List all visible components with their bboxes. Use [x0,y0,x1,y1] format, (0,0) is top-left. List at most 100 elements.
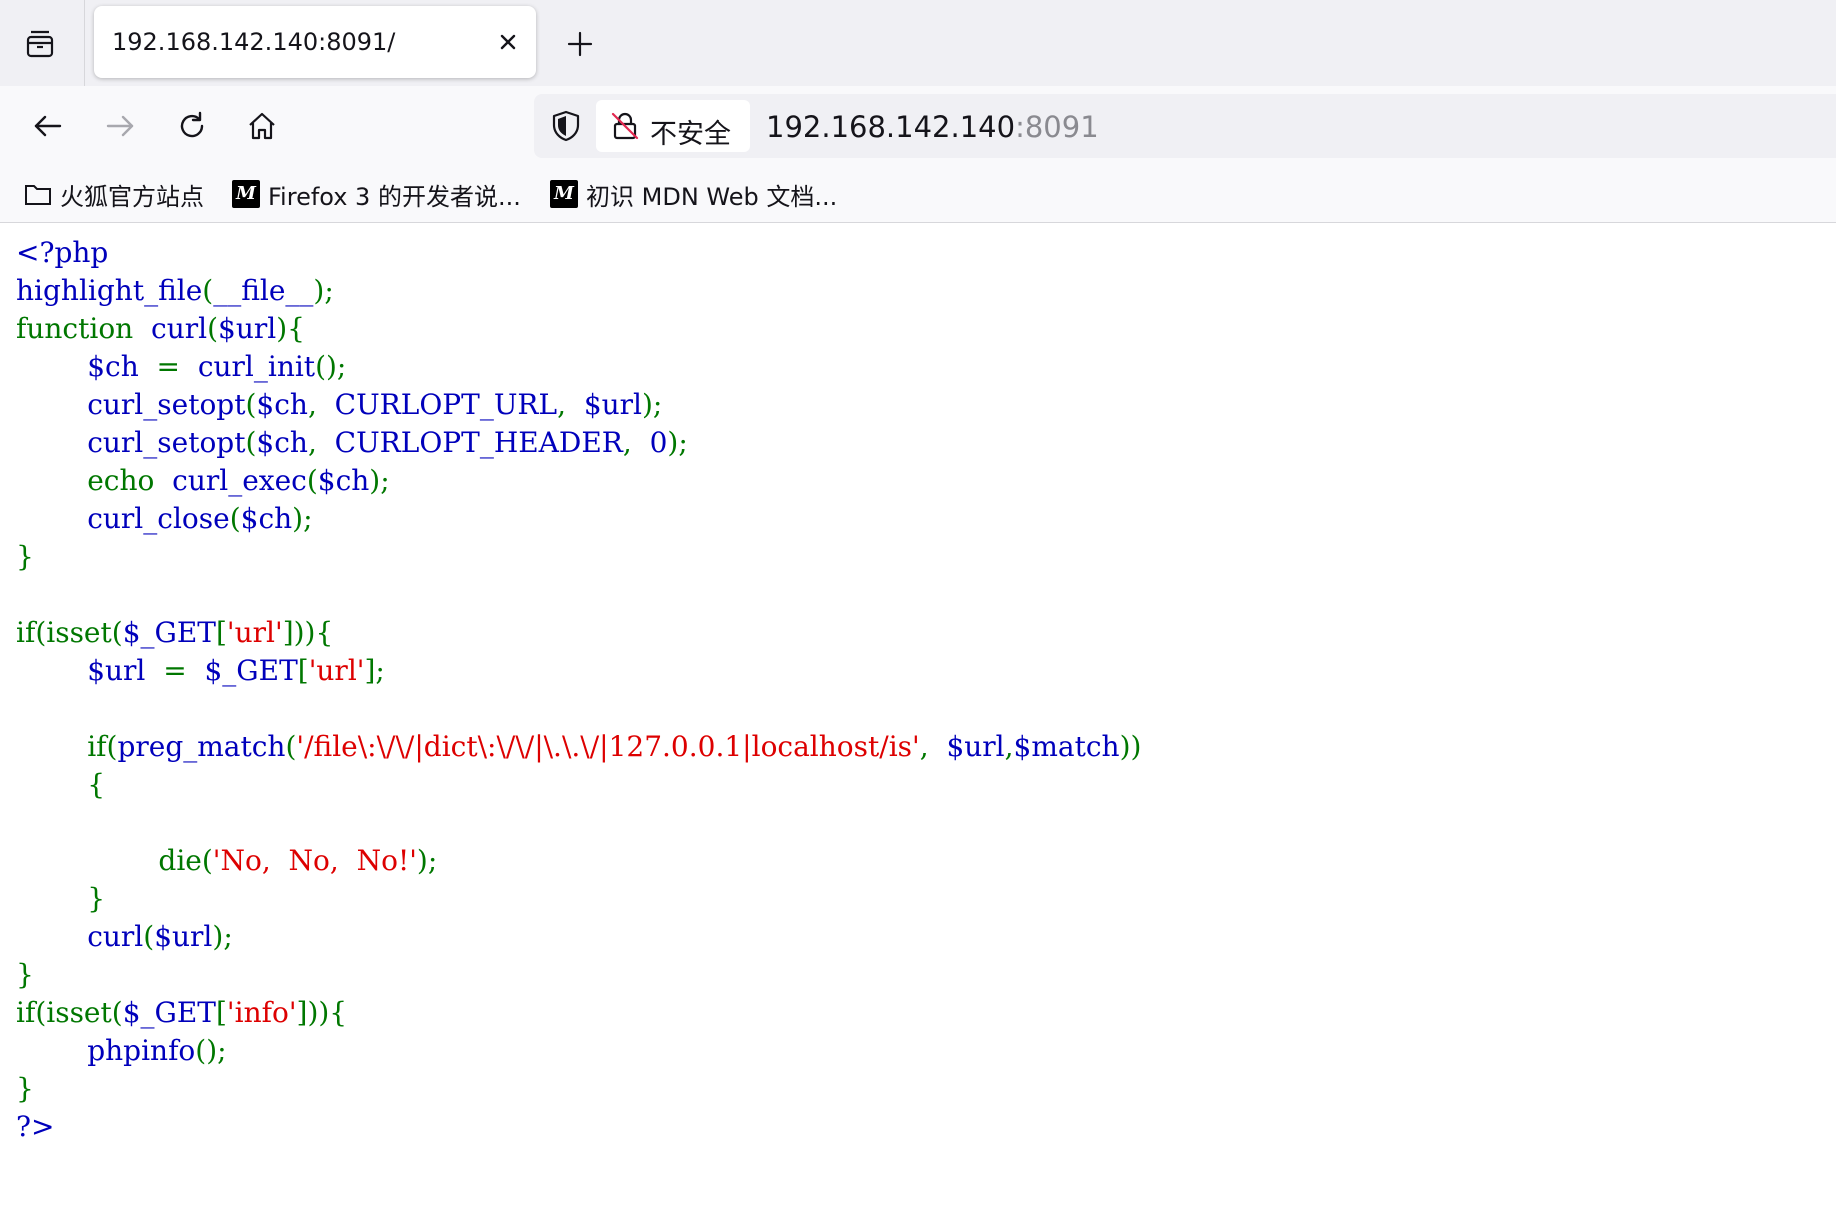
code-token: if( [87,730,118,763]
code-token: function [16,312,152,345]
code-line: curl_setopt($ch, CURLOPT_HEADER, 0); [16,424,1816,462]
code-token: 'url' [226,616,283,649]
code-token: $ch [317,464,370,497]
bookmark-firefox-official[interactable]: 火狐官方站点 [24,176,204,212]
reload-icon[interactable] [172,106,212,146]
browser-tab[interactable]: 192.168.142.140:8091/ [94,6,536,78]
php-source-code: <?php highlight_file(__file__); function c… [16,234,1816,1146]
code-token: die( [158,844,213,877]
code-token: ( [245,426,257,459]
code-token: [ [215,616,227,649]
code-token: ); [667,426,688,459]
code-token: $match [1013,730,1120,763]
tab-title: 192.168.142.140:8091/ [112,28,396,56]
code-line: curl($url); [16,918,1816,956]
code-line: if(isset($_GET['info'])){ [16,994,1816,1032]
code-line: } [16,880,1816,918]
code-token: curl_exec [172,464,307,497]
site-security-button[interactable]: 不安全 [596,100,750,152]
code-token: , [557,388,584,421]
code-line: phpinfo(); [16,1032,1816,1070]
code-token: curl_setopt [87,388,246,421]
code-token: echo [87,464,173,497]
url-host: 192.168.142.140 [766,110,1016,144]
bookmark-label: 火狐官方站点 [60,182,204,211]
bookmark-label: Firefox 3 的开发者说... [268,182,521,211]
code-token: ); [369,464,390,497]
code-line: $ch = curl_init(); [16,348,1816,386]
code-token: $ch [240,502,293,535]
bookmarks-toolbar: 火狐官方站点 M Firefox 3 的开发者说... M 初识 MDN Web… [0,166,1836,223]
code-token: } [16,958,34,991]
code-line: curl_setopt($ch, CURLOPT_URL, $url); [16,386,1816,424]
close-tab-icon[interactable] [492,26,524,58]
code-token: <?php [16,236,109,269]
code-token: $ch [256,426,308,459]
url-text[interactable]: 192.168.142.140:8091 [766,110,1099,144]
code-token: ); [292,502,313,535]
code-token: } [87,882,106,915]
bookmark-firefox3-dev[interactable]: M Firefox 3 的开发者说... [232,176,521,212]
tab-bar: 192.168.142.140:8091/ [0,0,1836,86]
code-token: $_GET [204,654,298,687]
code-token: curl_init [197,350,316,383]
code-token: $url [87,654,164,687]
code-line: highlight_file(__file__); [16,272,1816,310]
code-line: echo curl_exec($ch); [16,462,1816,500]
code-token: ]; [364,654,385,687]
code-token: ])){ [296,996,348,1029]
home-icon[interactable] [242,106,282,146]
code-token: CURLOPT_URL [334,388,558,421]
code-token: ( [285,730,297,763]
forward-arrow-icon[interactable] [100,106,140,146]
code-token: ); [642,388,663,421]
tab-overview-icon[interactable] [20,24,60,64]
code-token: ( [202,274,214,307]
code-line: <?php [16,234,1816,272]
code-token: 'No, No, No!' [212,844,417,877]
back-arrow-icon[interactable] [28,106,68,146]
code-line: { [16,766,1816,804]
code-token: 'info' [226,996,297,1029]
code-token: ){ [276,312,305,345]
code-token: (); [195,1034,227,1067]
code-token: ); [416,844,438,877]
bookmark-label: 初识 MDN Web 文档... [586,182,838,211]
code-token: ); [313,274,334,307]
code-line: } [16,538,1816,576]
page-content: <?php highlight_file(__file__); function c… [16,234,1816,1194]
folder-icon [24,180,52,208]
new-tab-icon[interactable] [560,24,600,64]
code-token: { [87,768,106,801]
code-line: if(preg_match('/file\:\/\/|dict\:\/\/|\.… [16,728,1816,766]
code-token: , [307,426,335,459]
code-token: CURLOPT_HEADER [334,426,623,459]
code-token: $url [154,920,213,953]
code-token: highlight_file [16,274,203,307]
code-token: $_GET [122,996,216,1029]
code-token: $url [583,388,642,421]
code-token: , [307,388,335,421]
url-bar[interactable]: 不安全 192.168.142.140:8091 [534,94,1836,158]
code-token: curl_close [87,502,230,535]
code-token: 0 [649,426,668,459]
insecure-lock-icon [611,112,639,140]
code-token: ( [306,464,318,497]
code-token: ?> [16,1110,55,1143]
bookmark-mdn-docs[interactable]: M 初识 MDN Web 文档... [550,176,837,212]
code-token: } [16,1072,34,1105]
code-token: '/file\:\/\/|dict\:\/\/|\.\.\/|127.0.0.1… [296,730,920,763]
code-token: , [919,730,947,763]
tracking-protection-shield-icon[interactable] [548,108,584,144]
code-token: ( [245,388,257,421]
code-token: ); [212,920,233,953]
